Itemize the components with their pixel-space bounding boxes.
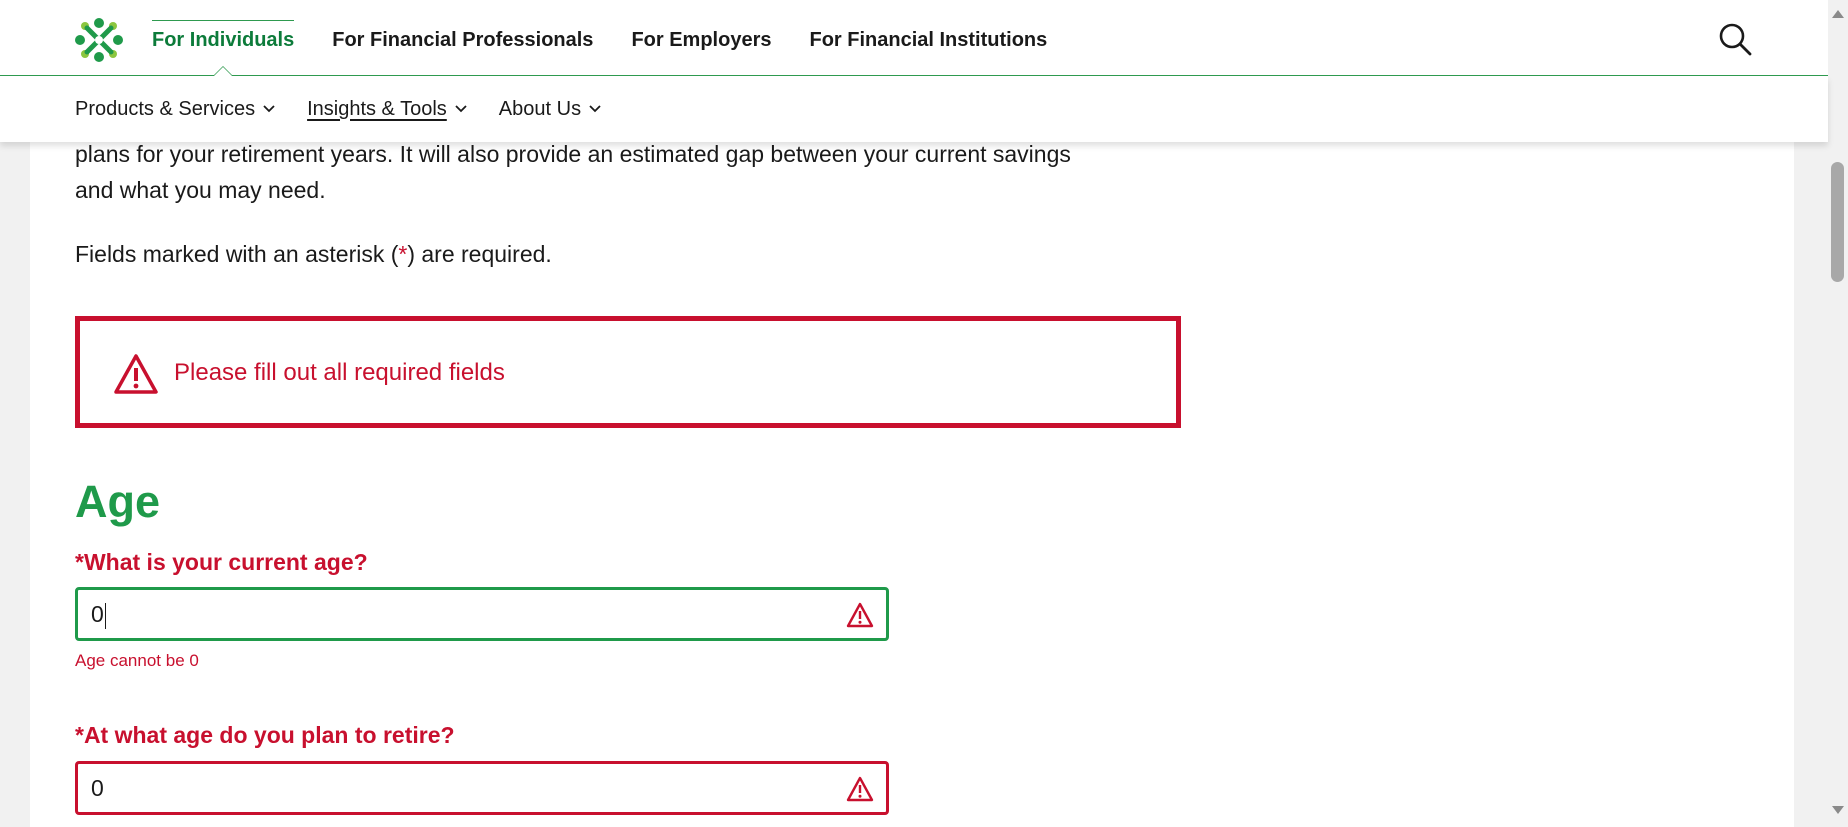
warning-icon — [846, 776, 874, 802]
nav-label: Products & Services — [75, 97, 256, 120]
input-text: 0 — [91, 601, 104, 627]
note-suffix: ) are required. — [407, 241, 552, 267]
secondary-nav: Products & Services Insights & Tools Abo… — [0, 76, 1828, 142]
tab-for-employers[interactable]: For Employers — [631, 0, 771, 75]
tab-label: For Employers — [631, 29, 772, 51]
nav-insights-tools[interactable]: Insights & Tools — [307, 98, 467, 121]
active-tab-caret — [213, 66, 234, 76]
nav-label: About Us — [498, 97, 582, 120]
required-fields-note: Fields marked with an asterisk (*) are r… — [75, 236, 552, 272]
error-message: Please fill out all required fields — [174, 359, 505, 386]
chevron-down-icon — [455, 105, 467, 113]
warning-icon — [846, 602, 874, 628]
scrollbar-thumb[interactable] — [1831, 162, 1844, 282]
vertical-scrollbar[interactable] — [1828, 0, 1848, 827]
audience-tabs: For Individuals For Financial Profession… — [152, 0, 1085, 76]
tab-label: For Financial Professionals — [332, 29, 594, 51]
chevron-down-icon — [589, 105, 601, 113]
tab-label: For Financial Institutions — [809, 29, 1048, 51]
current-age-error: Age cannot be 0 — [75, 651, 199, 670]
nav-products-services[interactable]: Products & Services — [75, 98, 275, 121]
current-age-value: 0 — [91, 601, 106, 629]
retire-age-value: 0 — [91, 775, 104, 801]
section-title-age: Age — [75, 476, 161, 527]
brand-logo-icon[interactable] — [73, 17, 125, 63]
warning-icon — [114, 354, 158, 394]
note-prefix: Fields marked with an asterisk ( — [75, 241, 399, 267]
tab-for-financial-institutions[interactable]: For Financial Institutions — [809, 0, 1047, 75]
tab-for-individuals[interactable]: For Individuals — [152, 0, 295, 76]
scroll-down-arrow-icon[interactable] — [1832, 806, 1844, 814]
required-asterisk: * — [398, 241, 408, 267]
tab-for-financial-professionals[interactable]: For Financial Professionals — [332, 0, 593, 75]
search-icon[interactable] — [1718, 22, 1752, 56]
text-cursor — [104, 602, 106, 629]
current-age-input[interactable]: 0 — [75, 587, 889, 641]
retire-age-label: *At what age do you plan to retire? — [75, 722, 455, 748]
current-age-label: *What is your current age? — [75, 549, 368, 575]
nav-about-us[interactable]: About Us — [499, 98, 601, 121]
intro-paragraph: plans for your retirement years. It will… — [75, 136, 1185, 208]
tab-label: For Individuals — [152, 29, 295, 51]
retire-age-input[interactable]: 0 — [75, 761, 889, 815]
top-header: For Individuals For Financial Profession… — [0, 0, 1828, 76]
error-banner: Please fill out all required fields — [75, 316, 1181, 428]
scroll-up-arrow-icon[interactable] — [1832, 10, 1844, 18]
nav-label: Insights & Tools — [307, 97, 447, 120]
chevron-down-icon — [263, 105, 275, 113]
intro-line: and what you may need. — [75, 177, 326, 203]
